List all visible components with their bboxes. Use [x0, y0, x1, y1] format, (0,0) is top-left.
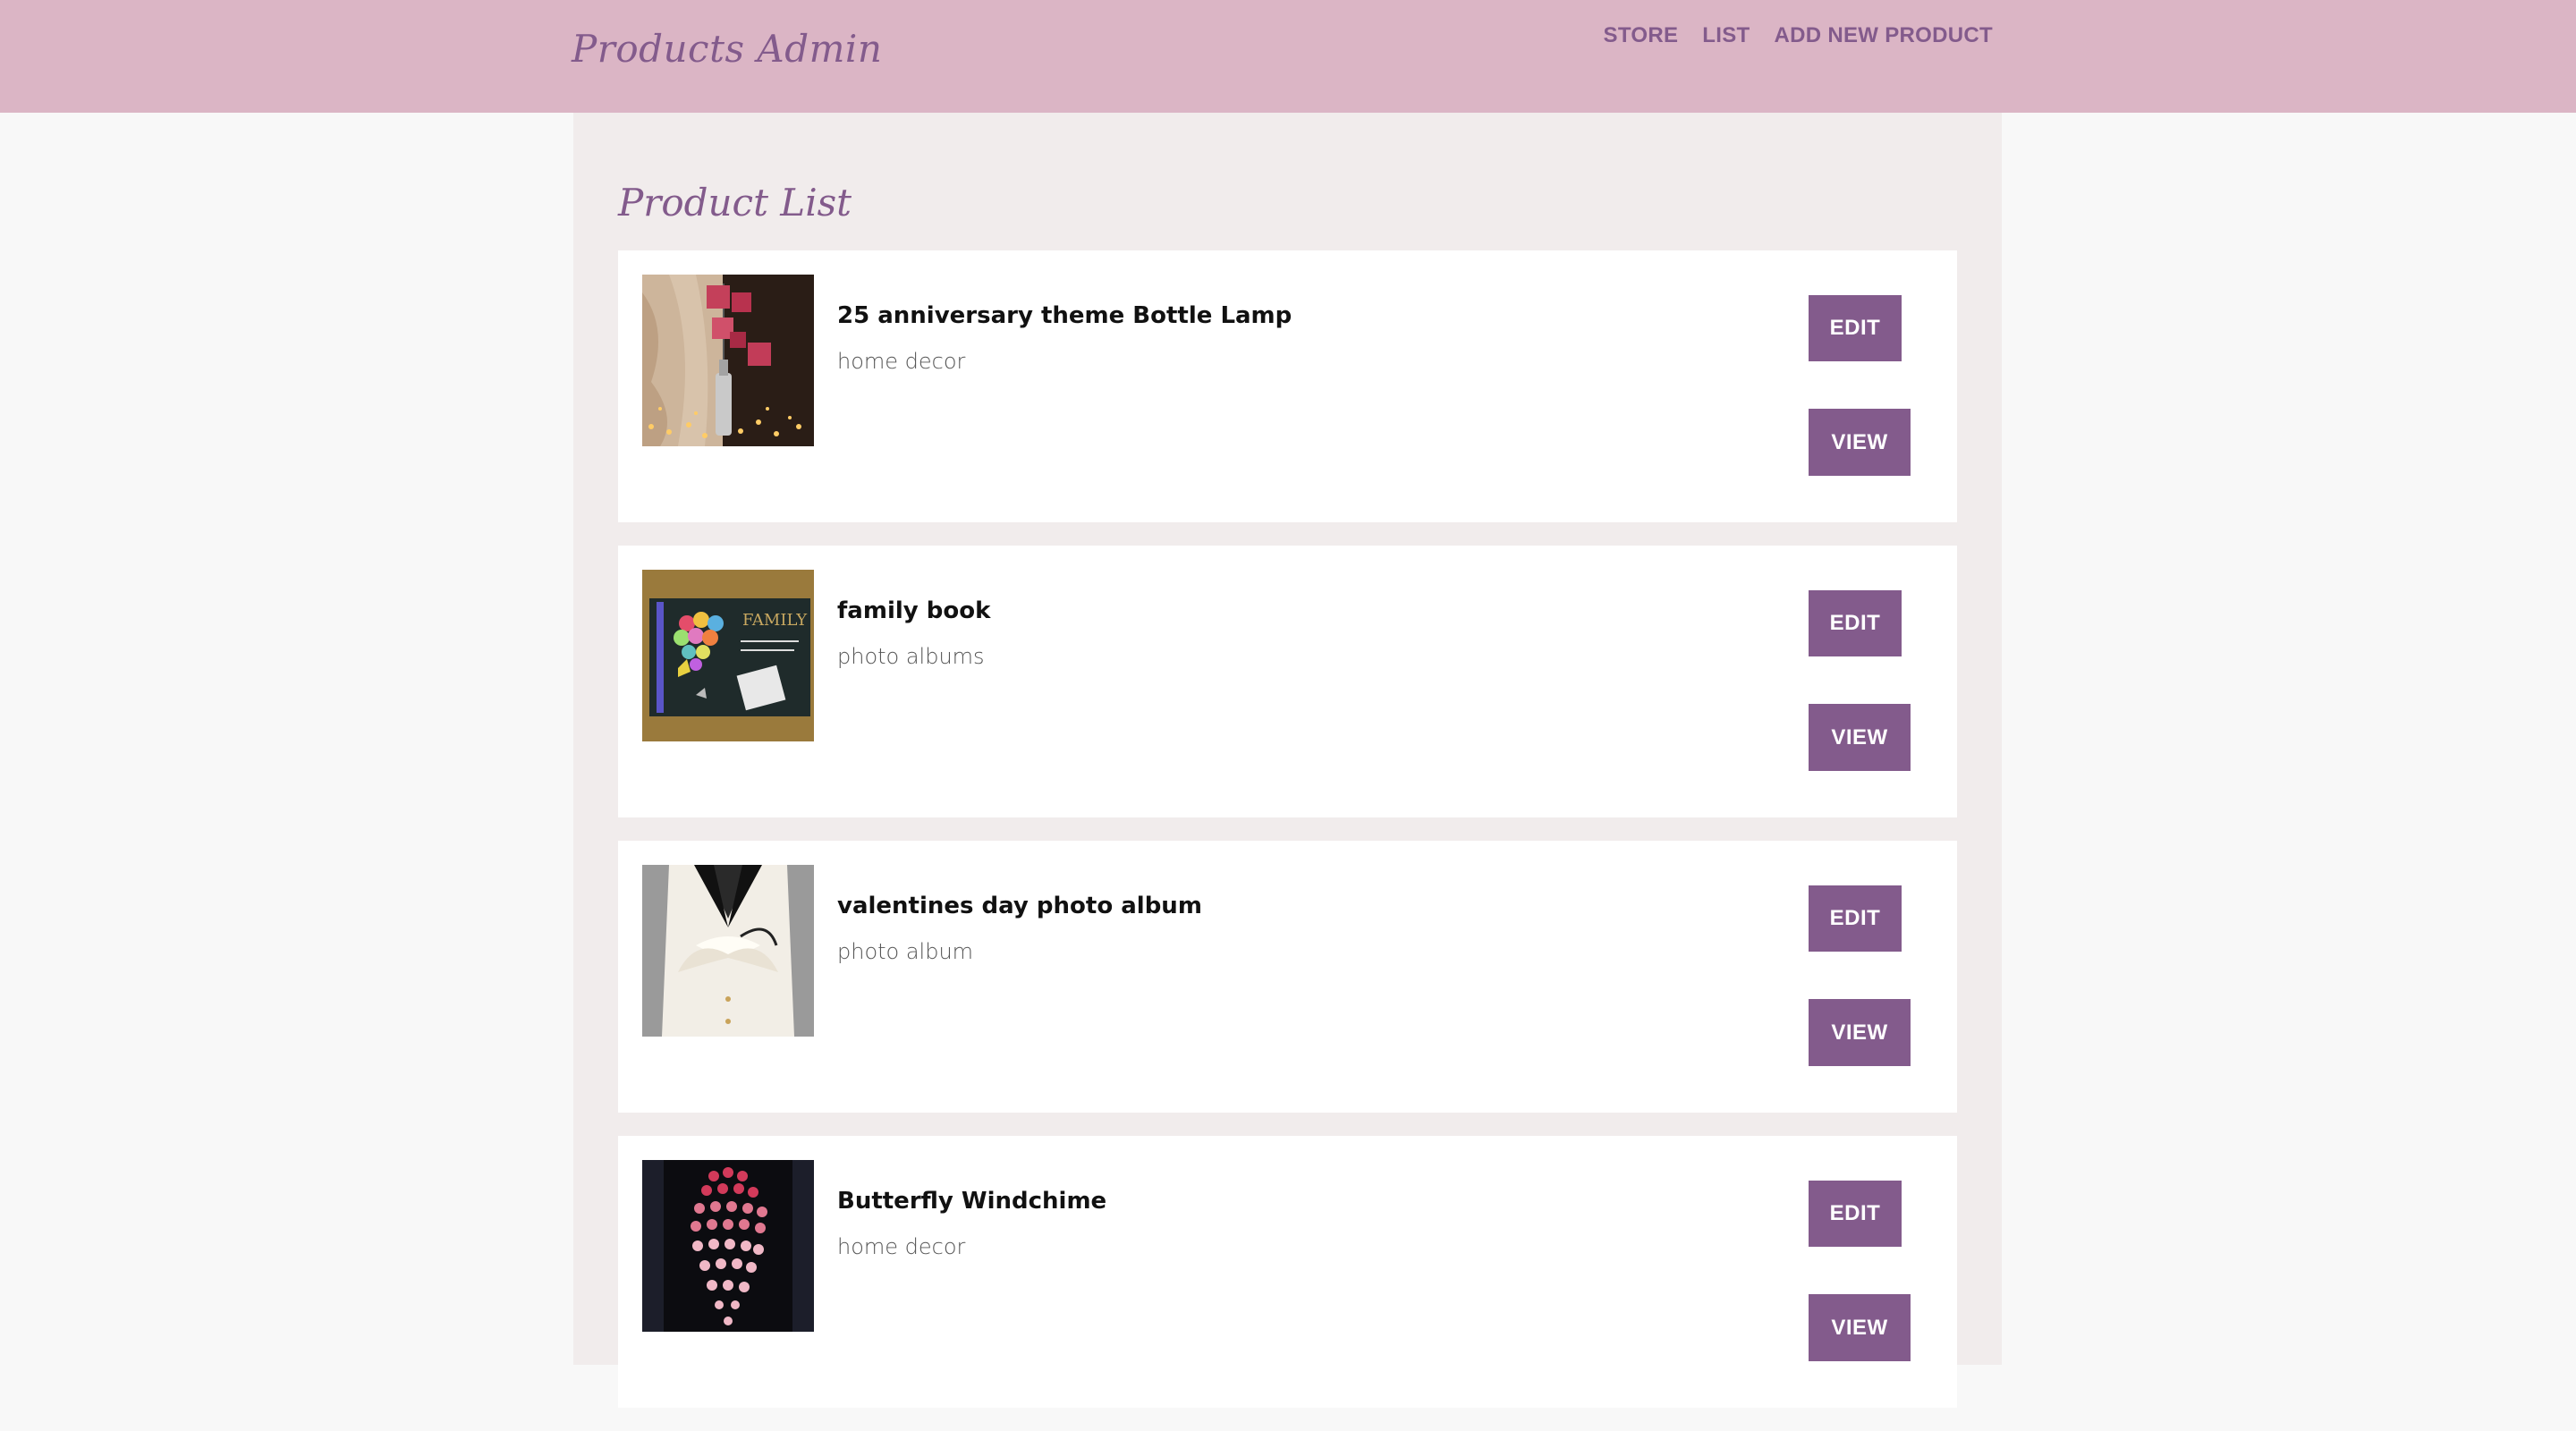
- edit-button[interactable]: EDIT: [1809, 1181, 1902, 1247]
- top-header: Products Admin STORE LIST ADD NEW PRODUC…: [0, 0, 2576, 113]
- product-card: FAMILY family book photo albums EDIT VIE…: [618, 546, 1957, 817]
- svg-text:FAMILY: FAMILY: [742, 611, 808, 630]
- butterfly-windchime-image: [642, 1160, 814, 1332]
- view-button[interactable]: VIEW: [1809, 704, 1911, 771]
- nav-store-link[interactable]: STORE: [1604, 23, 1679, 48]
- product-thumbnail: [642, 275, 814, 446]
- product-list: 25 anniversary theme Bottle Lamp home de…: [618, 250, 1957, 1431]
- main-panel: Product List 25 anniversary theme Bottle…: [573, 113, 2002, 1408]
- product-thumbnail: FAMILY: [642, 570, 814, 741]
- top-nav: STORE LIST ADD NEW PRODUCT: [1604, 23, 1993, 48]
- brand-title[interactable]: Products Admin: [572, 27, 882, 71]
- tuxedo-album-image: [642, 865, 814, 1037]
- product-category: photo album: [837, 939, 974, 964]
- product-thumbnail: [642, 1160, 814, 1332]
- nav-add-new-product-link[interactable]: ADD NEW PRODUCT: [1775, 23, 1994, 48]
- product-thumbnail: [642, 865, 814, 1037]
- family-book-image: FAMILY: [642, 570, 814, 741]
- edit-button[interactable]: EDIT: [1809, 885, 1902, 952]
- product-card: Butterfly Windchime home decor EDIT VIEW: [618, 1136, 1957, 1408]
- edit-button[interactable]: EDIT: [1809, 590, 1902, 656]
- product-category: home decor: [837, 1234, 966, 1259]
- product-card: valentines day photo album photo album E…: [618, 841, 1957, 1113]
- view-button[interactable]: VIEW: [1809, 409, 1911, 476]
- product-name: valentines day photo album: [837, 893, 1202, 919]
- bottle-lamp-image: [642, 275, 814, 446]
- product-name: family book: [837, 597, 991, 624]
- product-name: 25 anniversary theme Bottle Lamp: [837, 302, 1292, 329]
- nav-list-link[interactable]: LIST: [1702, 23, 1750, 48]
- product-name: Butterfly Windchime: [837, 1188, 1107, 1215]
- view-button[interactable]: VIEW: [1809, 999, 1911, 1066]
- view-button[interactable]: VIEW: [1809, 1294, 1911, 1361]
- product-card: 25 anniversary theme Bottle Lamp home de…: [618, 250, 1957, 522]
- page-title: Product List: [618, 181, 852, 224]
- edit-button[interactable]: EDIT: [1809, 295, 1902, 361]
- product-category: home decor: [837, 349, 966, 374]
- product-category: photo albums: [837, 644, 985, 669]
